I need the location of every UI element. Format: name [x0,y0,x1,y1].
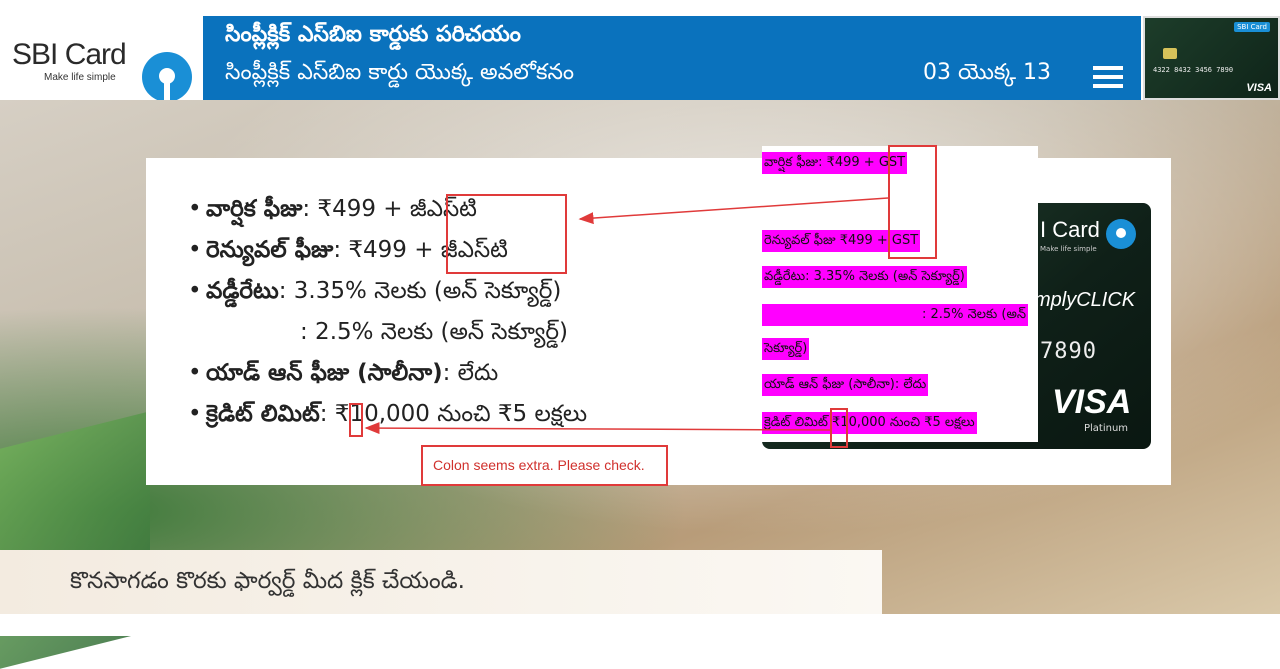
review-comment: Colon seems extra. Please check. [421,445,668,486]
arrow-gst [578,197,889,225]
annotation-arrows [364,197,889,435]
bottom-strip [0,614,1280,636]
footer-bar: కొనసాగడం కొరకు ఫార్వర్డ్ మీద క్లిక్ చేయం… [0,550,882,614]
arrow-colon [364,422,831,435]
continue-instruction: కొనసాగడం కొరకు ఫార్వర్డ్ మీద క్లిక్ చేయం… [70,568,465,594]
